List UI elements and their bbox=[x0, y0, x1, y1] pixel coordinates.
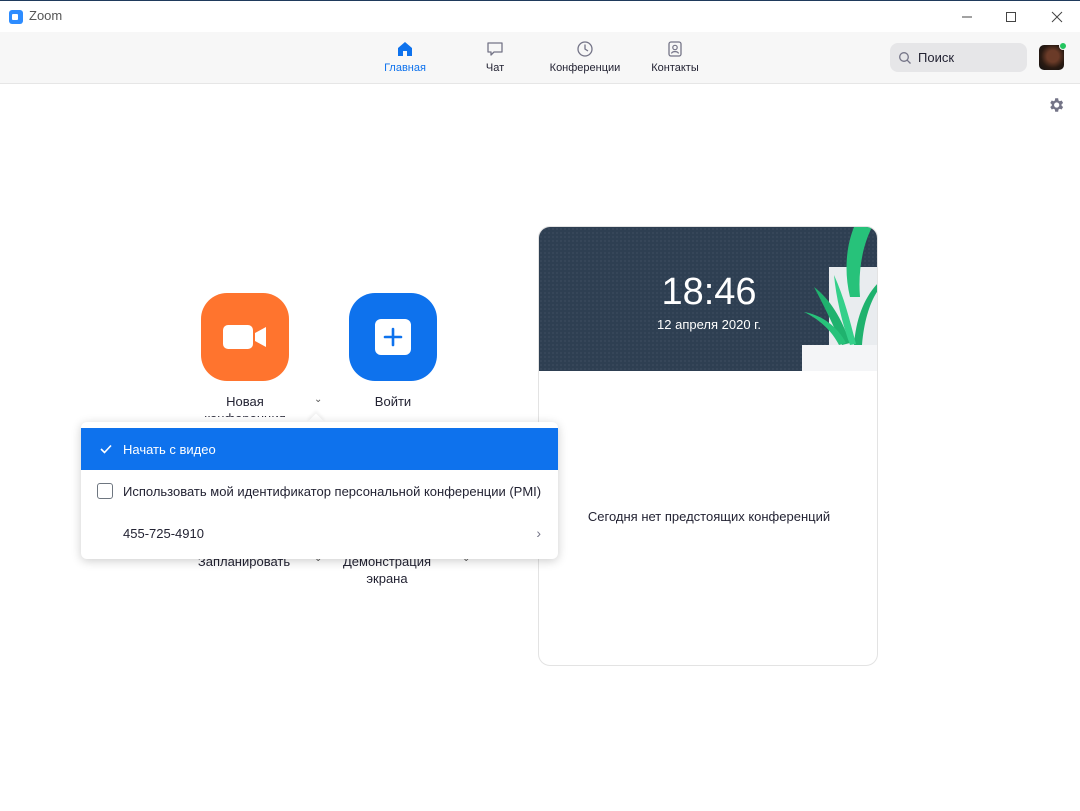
join-button[interactable] bbox=[349, 293, 437, 381]
home-icon bbox=[398, 42, 412, 56]
menu-item-start-with-video[interactable]: Начать с видео bbox=[81, 428, 558, 470]
tab-home[interactable]: Главная bbox=[382, 40, 428, 80]
tab-meetings-label: Конференции bbox=[549, 62, 621, 74]
plus-icon bbox=[375, 319, 411, 355]
video-camera-icon bbox=[223, 325, 266, 349]
join-label: Войти bbox=[374, 394, 412, 409]
menu-item-pmi-number[interactable]: 455-725-4910 › bbox=[81, 512, 558, 554]
chevron-right-icon: › bbox=[536, 525, 541, 541]
title-bar: Zoom bbox=[0, 1, 1080, 32]
close-icon bbox=[1051, 11, 1063, 22]
maximize-button[interactable] bbox=[988, 1, 1034, 32]
zoom-logo-icon bbox=[9, 10, 23, 24]
pmi-checkbox[interactable] bbox=[97, 483, 113, 499]
zoom-window: Zoom Главная Чат Конференции Контакты По… bbox=[0, 0, 1080, 811]
tab-meetings[interactable]: Конференции bbox=[546, 40, 624, 80]
tab-contacts[interactable]: Контакты bbox=[649, 40, 701, 80]
contacts-icon bbox=[668, 41, 682, 57]
search-input[interactable] bbox=[918, 50, 1018, 65]
menu-item-label: Начать с видео bbox=[123, 441, 216, 457]
close-button[interactable] bbox=[1034, 1, 1080, 32]
tab-chat[interactable]: Чат bbox=[480, 40, 510, 80]
menu-item-label: Использовать мой идентификатор персональ… bbox=[123, 483, 542, 499]
clock-icon bbox=[577, 41, 593, 57]
current-date: 12 апреля 2020 г. bbox=[657, 317, 761, 332]
window-title: Zoom bbox=[29, 8, 63, 23]
menu-item-label: 455-725-4910 bbox=[123, 525, 204, 541]
settings-gear-icon[interactable] bbox=[1047, 96, 1065, 114]
menu-item-use-pmi[interactable]: Использовать мой идентификатор персональ… bbox=[81, 470, 558, 512]
checkmark-icon bbox=[98, 441, 114, 457]
maximize-icon bbox=[1006, 11, 1016, 22]
new-meeting-button[interactable] bbox=[201, 293, 289, 381]
new-meeting-dropdown: Начать с видео Использовать мой идентифи… bbox=[81, 422, 558, 559]
top-nav: Главная Чат Конференции Контакты bbox=[0, 32, 1080, 84]
new-meeting-label: Новая конференция bbox=[204, 394, 286, 417]
plant-illustration bbox=[802, 227, 877, 371]
search-box[interactable] bbox=[890, 43, 1027, 72]
tab-contacts-label: Контакты bbox=[651, 62, 699, 74]
new-meeting-action: Новая конференция bbox=[185, 293, 305, 417]
avatar[interactable] bbox=[1039, 42, 1067, 70]
current-time: 18:46 bbox=[661, 271, 757, 313]
upcoming-meetings-card: 18:46 12 апреля 2020 г. Сегодня нет пред… bbox=[538, 226, 878, 666]
tab-chat-label: Чат bbox=[485, 62, 505, 74]
new-meeting-chevron-down-icon[interactable]: ⌄ bbox=[314, 394, 322, 405]
chat-icon bbox=[487, 42, 503, 56]
no-meetings-text: Сегодня нет предстоящих конференций bbox=[587, 509, 831, 524]
search-icon bbox=[899, 51, 911, 64]
tab-home-label: Главная bbox=[384, 62, 426, 74]
minimize-icon bbox=[962, 16, 972, 17]
clock-banner: 18:46 12 апреля 2020 г. bbox=[539, 227, 877, 371]
minimize-button[interactable] bbox=[944, 1, 990, 32]
join-action: Войти bbox=[333, 293, 453, 410]
online-status-dot bbox=[1059, 42, 1067, 50]
